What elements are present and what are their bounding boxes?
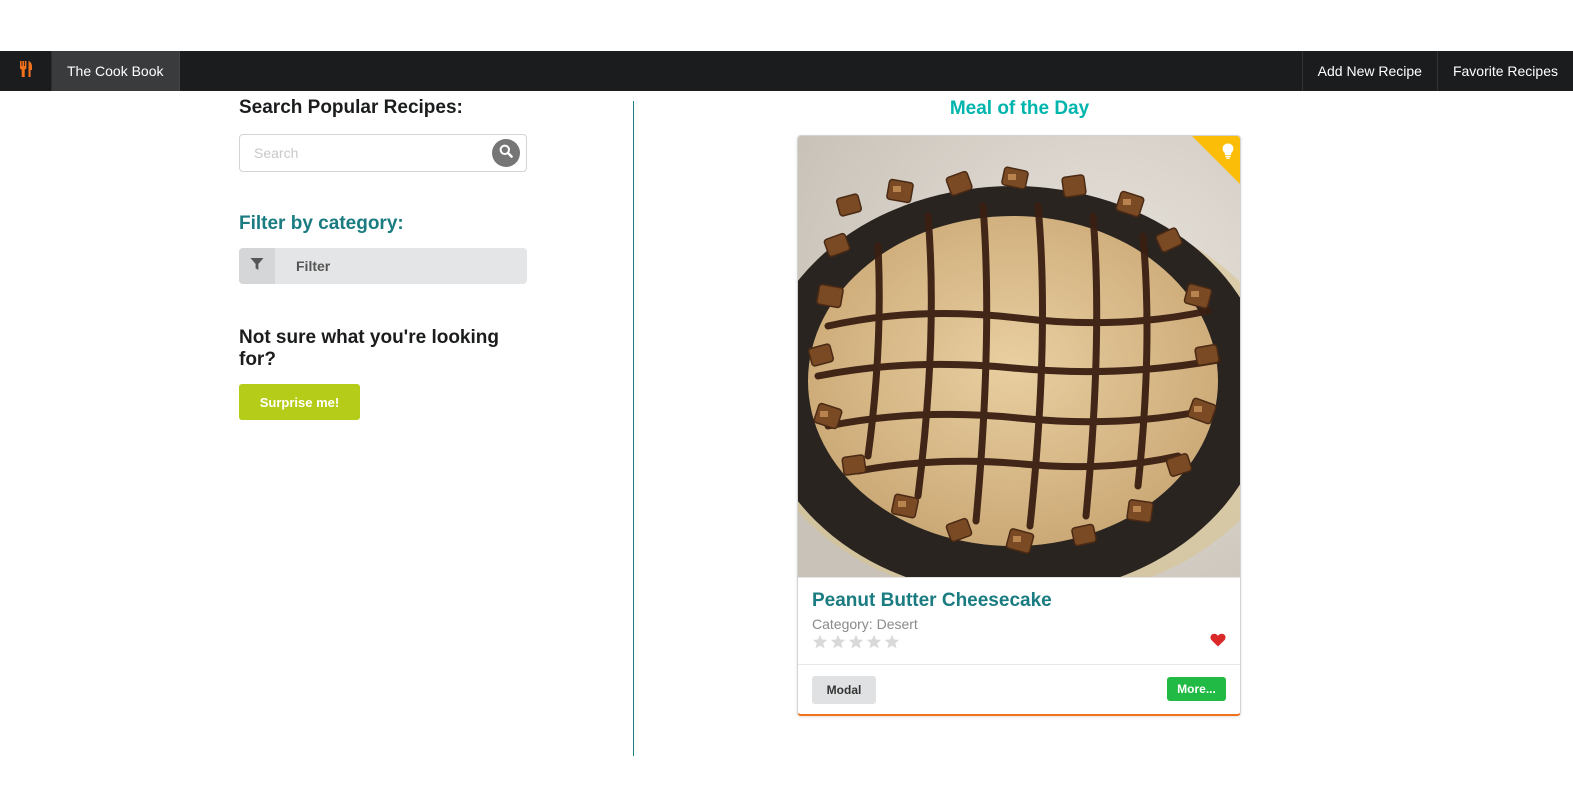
cheesecake-image [798,136,1240,577]
modal-button[interactable]: Modal [812,676,876,704]
filter-dropdown[interactable]: Filter [239,248,527,284]
filter-label: Filter [296,258,331,274]
star-icon[interactable] [830,634,846,654]
heart-icon[interactable] [1210,633,1226,652]
utensils-icon [19,60,33,82]
search-input[interactable] [240,135,480,171]
star-icon[interactable] [884,634,900,654]
meal-of-the-day-title: Meal of the Day [949,98,1090,119]
vertical-divider [633,101,634,756]
lightbulb-icon [1222,143,1234,164]
recipe-title[interactable]: Peanut Butter Cheesecake [812,590,1226,612]
sidebar: Search Popular Recipes: Filter by catego… [239,97,539,420]
search-button[interactable] [492,139,520,167]
star-rating[interactable] [812,634,1226,654]
star-icon[interactable] [866,634,882,654]
search-title: Search Popular Recipes: [239,97,463,118]
search-box [239,134,527,172]
recipe-card: Peanut Butter Cheesecake Category: Deser… [797,135,1241,716]
surprise-me-button[interactable]: Surprise me! [239,384,360,420]
nav-brand-cookbook[interactable]: The Cook Book [52,51,180,91]
filter-icon [250,257,264,276]
nav-add-recipe-link[interactable]: Add New Recipe [1301,51,1437,91]
nav-brand-label: The Cook Book [67,63,164,79]
card-actions: Modal More... [798,665,1240,714]
card-content: Peanut Butter Cheesecake Category: Deser… [798,578,1240,665]
more-button[interactable]: More... [1167,677,1226,701]
recipe-image[interactable] [798,136,1240,578]
filter-title: Filter by category: [239,213,404,234]
nav-favorite-recipes-link[interactable]: Favorite Recipes [1436,51,1573,91]
nav-logo[interactable] [0,51,52,91]
not-sure-title: Not sure what you're looking for? [239,327,499,370]
filter-icon-container [239,248,275,284]
top-navbar: The Cook Book Add New Recipe Favorite Re… [0,51,1573,91]
recipe-category: Category: Desert [812,616,918,632]
star-icon[interactable] [812,634,828,654]
star-icon[interactable] [848,634,864,654]
search-icon [499,144,513,163]
